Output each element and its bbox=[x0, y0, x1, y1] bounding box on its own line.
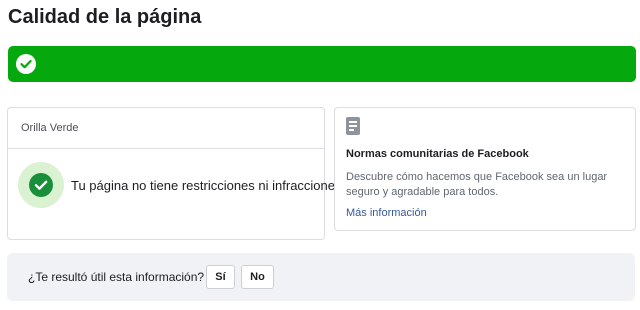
community-standards-card: Normas comunitarias de Facebook Descubre… bbox=[334, 107, 636, 231]
check-circle-icon bbox=[16, 54, 36, 74]
status-banner bbox=[8, 46, 636, 82]
check-circle-icon bbox=[29, 173, 53, 197]
page-name: Orilla Verde bbox=[8, 108, 324, 149]
info-card-title: Normas comunitarias de Facebook bbox=[346, 148, 529, 160]
status-icon-halo bbox=[18, 162, 64, 208]
page-status-card: Orilla Verde Tu página no tiene restricc… bbox=[7, 107, 342, 240]
info-card-description: Descubre cómo hacemos que Facebook sea u… bbox=[346, 171, 608, 198]
feedback-yes-button[interactable]: Sí bbox=[206, 265, 235, 289]
page-title: Calidad de la página bbox=[8, 6, 202, 28]
feedback-bar: ¿Te resultó útil esta información? Sí No bbox=[7, 253, 635, 301]
learn-more-link[interactable]: Más información bbox=[346, 207, 427, 219]
status-row: Tu página no tiene restricciones ni infr… bbox=[8, 149, 342, 237]
feedback-no-button[interactable]: No bbox=[241, 265, 274, 289]
status-text: Tu página no tiene restricciones ni infr… bbox=[71, 178, 342, 193]
feedback-question: ¿Te resultó útil esta información? bbox=[28, 270, 205, 284]
document-icon bbox=[346, 117, 360, 135]
